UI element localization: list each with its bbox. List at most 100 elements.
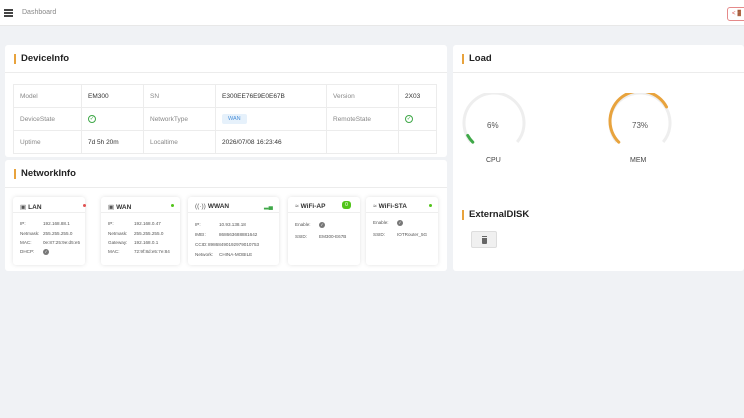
empty-cell — [398, 130, 437, 154]
sn-label: SN — [143, 84, 216, 108]
localtime-value: 2026/07/08 16:23:46 — [215, 130, 327, 154]
top-bar: Dashboard <🚪 — [0, 0, 744, 26]
networktype-tag: WAN — [222, 114, 247, 124]
wifi-sta-title-text: WiFi-STA — [378, 203, 407, 210]
wifi-icon: ≈ — [295, 203, 299, 210]
wifi-sta-card[interactable]: ≈ WiFi-STA Enable: ✓ SSID: IOTRouter_5G — [366, 197, 438, 265]
devicestate-value: ✓ — [81, 107, 144, 131]
device-info-table: Model EM300 SN E300EE76E9E0E67B Version … — [13, 84, 437, 154]
ethernet-icon: ▣ — [20, 204, 27, 211]
wwan-network-label: Network: — [195, 252, 214, 257]
version-label: Version — [326, 84, 399, 108]
network-info-header: NetworkInfo — [5, 160, 447, 188]
device-info-header: DeviceInfo — [5, 45, 447, 73]
wwan-card[interactable]: ((·)) WWAN ▂▄ IP: 10.93.138.18 IMEI: 868663… — [188, 197, 279, 265]
wan-title: ▣ WAN — [108, 203, 131, 211]
network-info-title: NetworkInfo — [14, 169, 76, 179]
wwan-title: ((·)) WWAN — [195, 203, 229, 210]
wwan-network-value: CHINA-MOBILE — [219, 252, 253, 257]
divider — [288, 212, 360, 213]
wifi-ap-ssid-label: SSID: — [295, 234, 307, 239]
breadcrumb: Dashboard — [22, 9, 57, 16]
wwan-ip-label: IP: — [195, 222, 201, 227]
localtime-label: Localtime — [143, 130, 216, 154]
check-circle-icon: ✓ — [43, 249, 49, 255]
wan-ip-label: IP: — [108, 221, 114, 226]
antenna-icon: ((·)) — [195, 203, 206, 210]
lan-netmask-label: Netmask: — [20, 231, 40, 236]
wifi-ap-enable-label: Enable: — [295, 222, 311, 227]
wifi-ap-ssid-value: EM300-E67B — [319, 234, 347, 239]
wifi-sta-ssid-value: IOTRouter_5G — [397, 232, 428, 237]
remotestate-value: ✓ — [398, 107, 437, 131]
wan-mac-value: 72:9f:8d:e5:7e:84 — [134, 249, 170, 254]
lan-title: ▣ LAN — [20, 203, 42, 211]
cpu-gauge-track — [462, 93, 526, 143]
check-circle-icon: ✓ — [397, 220, 403, 226]
model-label: Model — [13, 84, 82, 108]
check-circle-icon: ✓ — [405, 115, 413, 123]
cpu-value: 6% — [487, 121, 499, 130]
wan-gateway-value: 192.168.0.1 — [134, 240, 159, 245]
wwan-imei-value: 868663688881642 — [219, 232, 258, 237]
exit-icon: <🚪 — [732, 11, 743, 17]
wifi-ap-title: ≈ WiFi-AP — [295, 203, 325, 210]
load-header: Load — [453, 45, 744, 73]
networktype-label: NetworkType — [143, 107, 216, 131]
devicestate-label: DeviceState — [13, 107, 82, 131]
external-disk-title: ExternalDISK — [462, 210, 529, 220]
wan-mac-label: MAC: — [108, 249, 120, 254]
cpu-label: CPU — [486, 157, 501, 164]
lan-dhcp-label: DHCP: — [20, 249, 35, 254]
wifi-sta-title: ≈ WiFi-STA — [373, 203, 407, 210]
menu-icon[interactable] — [4, 9, 13, 17]
signal-icon: ▂▄ — [264, 204, 273, 210]
device-info-title: DeviceInfo — [14, 54, 69, 64]
wwan-imei-label: IMEI: — [195, 232, 206, 237]
wan-status-dot — [171, 204, 174, 207]
sn-value: E300EE76E9E0E67B — [215, 84, 327, 108]
empty-cell — [326, 130, 399, 154]
uptime-value: 7d 5h 20m — [81, 130, 144, 154]
wifi-sta-enable-label: Enable: — [373, 220, 389, 225]
wwan-title-text: WWAN — [207, 203, 230, 210]
wan-ip-value: 192.168.0.47 — [134, 221, 161, 226]
exit-button[interactable]: <🚪 — [727, 7, 744, 21]
wan-gateway-label: Gateway: — [108, 240, 128, 245]
mem-label: MEM — [630, 157, 647, 164]
wwan-ccid-value: 89868490192979010753 — [208, 242, 260, 247]
load-title: Load — [462, 54, 492, 64]
wifi-icon: ≈ — [373, 203, 377, 210]
wan-netmask-value: 255.255.255.0 — [134, 231, 164, 236]
wan-netmask-label: Netmask: — [108, 231, 128, 236]
wan-card[interactable]: ▣ WAN IP: 192.168.0.47 Netmask: 255.255.255… — [101, 197, 180, 265]
lan-status-dot — [83, 204, 86, 207]
lan-mac-value: 0e:87:25:9e:d5:e5 — [43, 240, 81, 245]
divider — [101, 212, 180, 213]
wwan-ip-value: 10.93.138.18 — [219, 222, 246, 227]
eject-disk-button[interactable] — [471, 231, 497, 248]
wifi-ap-title-text: WiFi-AP — [300, 203, 326, 210]
check-circle-icon: ✓ — [88, 115, 96, 123]
lan-ip-value: 192.168.88.1 — [43, 221, 70, 226]
divider — [188, 212, 279, 213]
wifi-sta-ssid-label: SSID: — [373, 232, 385, 237]
lan-card[interactable]: ▣ LAN IP: 192.168.88.1 Netmask: 255.255.255… — [13, 197, 86, 265]
check-circle-icon: ✓ — [319, 222, 325, 228]
ethernet-icon: ▣ — [108, 204, 115, 211]
uptime-label: Uptime — [13, 130, 82, 154]
remotestate-label: RemoteState — [326, 107, 399, 131]
wan-title-text: WAN — [116, 204, 132, 211]
networktype-value: WAN — [215, 107, 327, 131]
wifi-ap-client-badge: 0 — [342, 201, 351, 209]
wifi-sta-status-dot — [429, 204, 432, 207]
wifi-ap-card[interactable]: ≈ WiFi-AP 0 Enable: ✓ SSID: EM300-E67B — [288, 197, 360, 265]
lan-mac-label: MAC: — [20, 240, 32, 245]
divider — [366, 212, 438, 213]
version-value: 2X03 — [398, 84, 437, 108]
model-value: EM300 — [81, 84, 144, 108]
wwan-ccid-label: CCID: — [195, 242, 208, 247]
divider — [13, 212, 85, 213]
lan-netmask-value: 255.255.255.0 — [43, 231, 73, 236]
lan-ip-label: IP: — [20, 221, 26, 226]
